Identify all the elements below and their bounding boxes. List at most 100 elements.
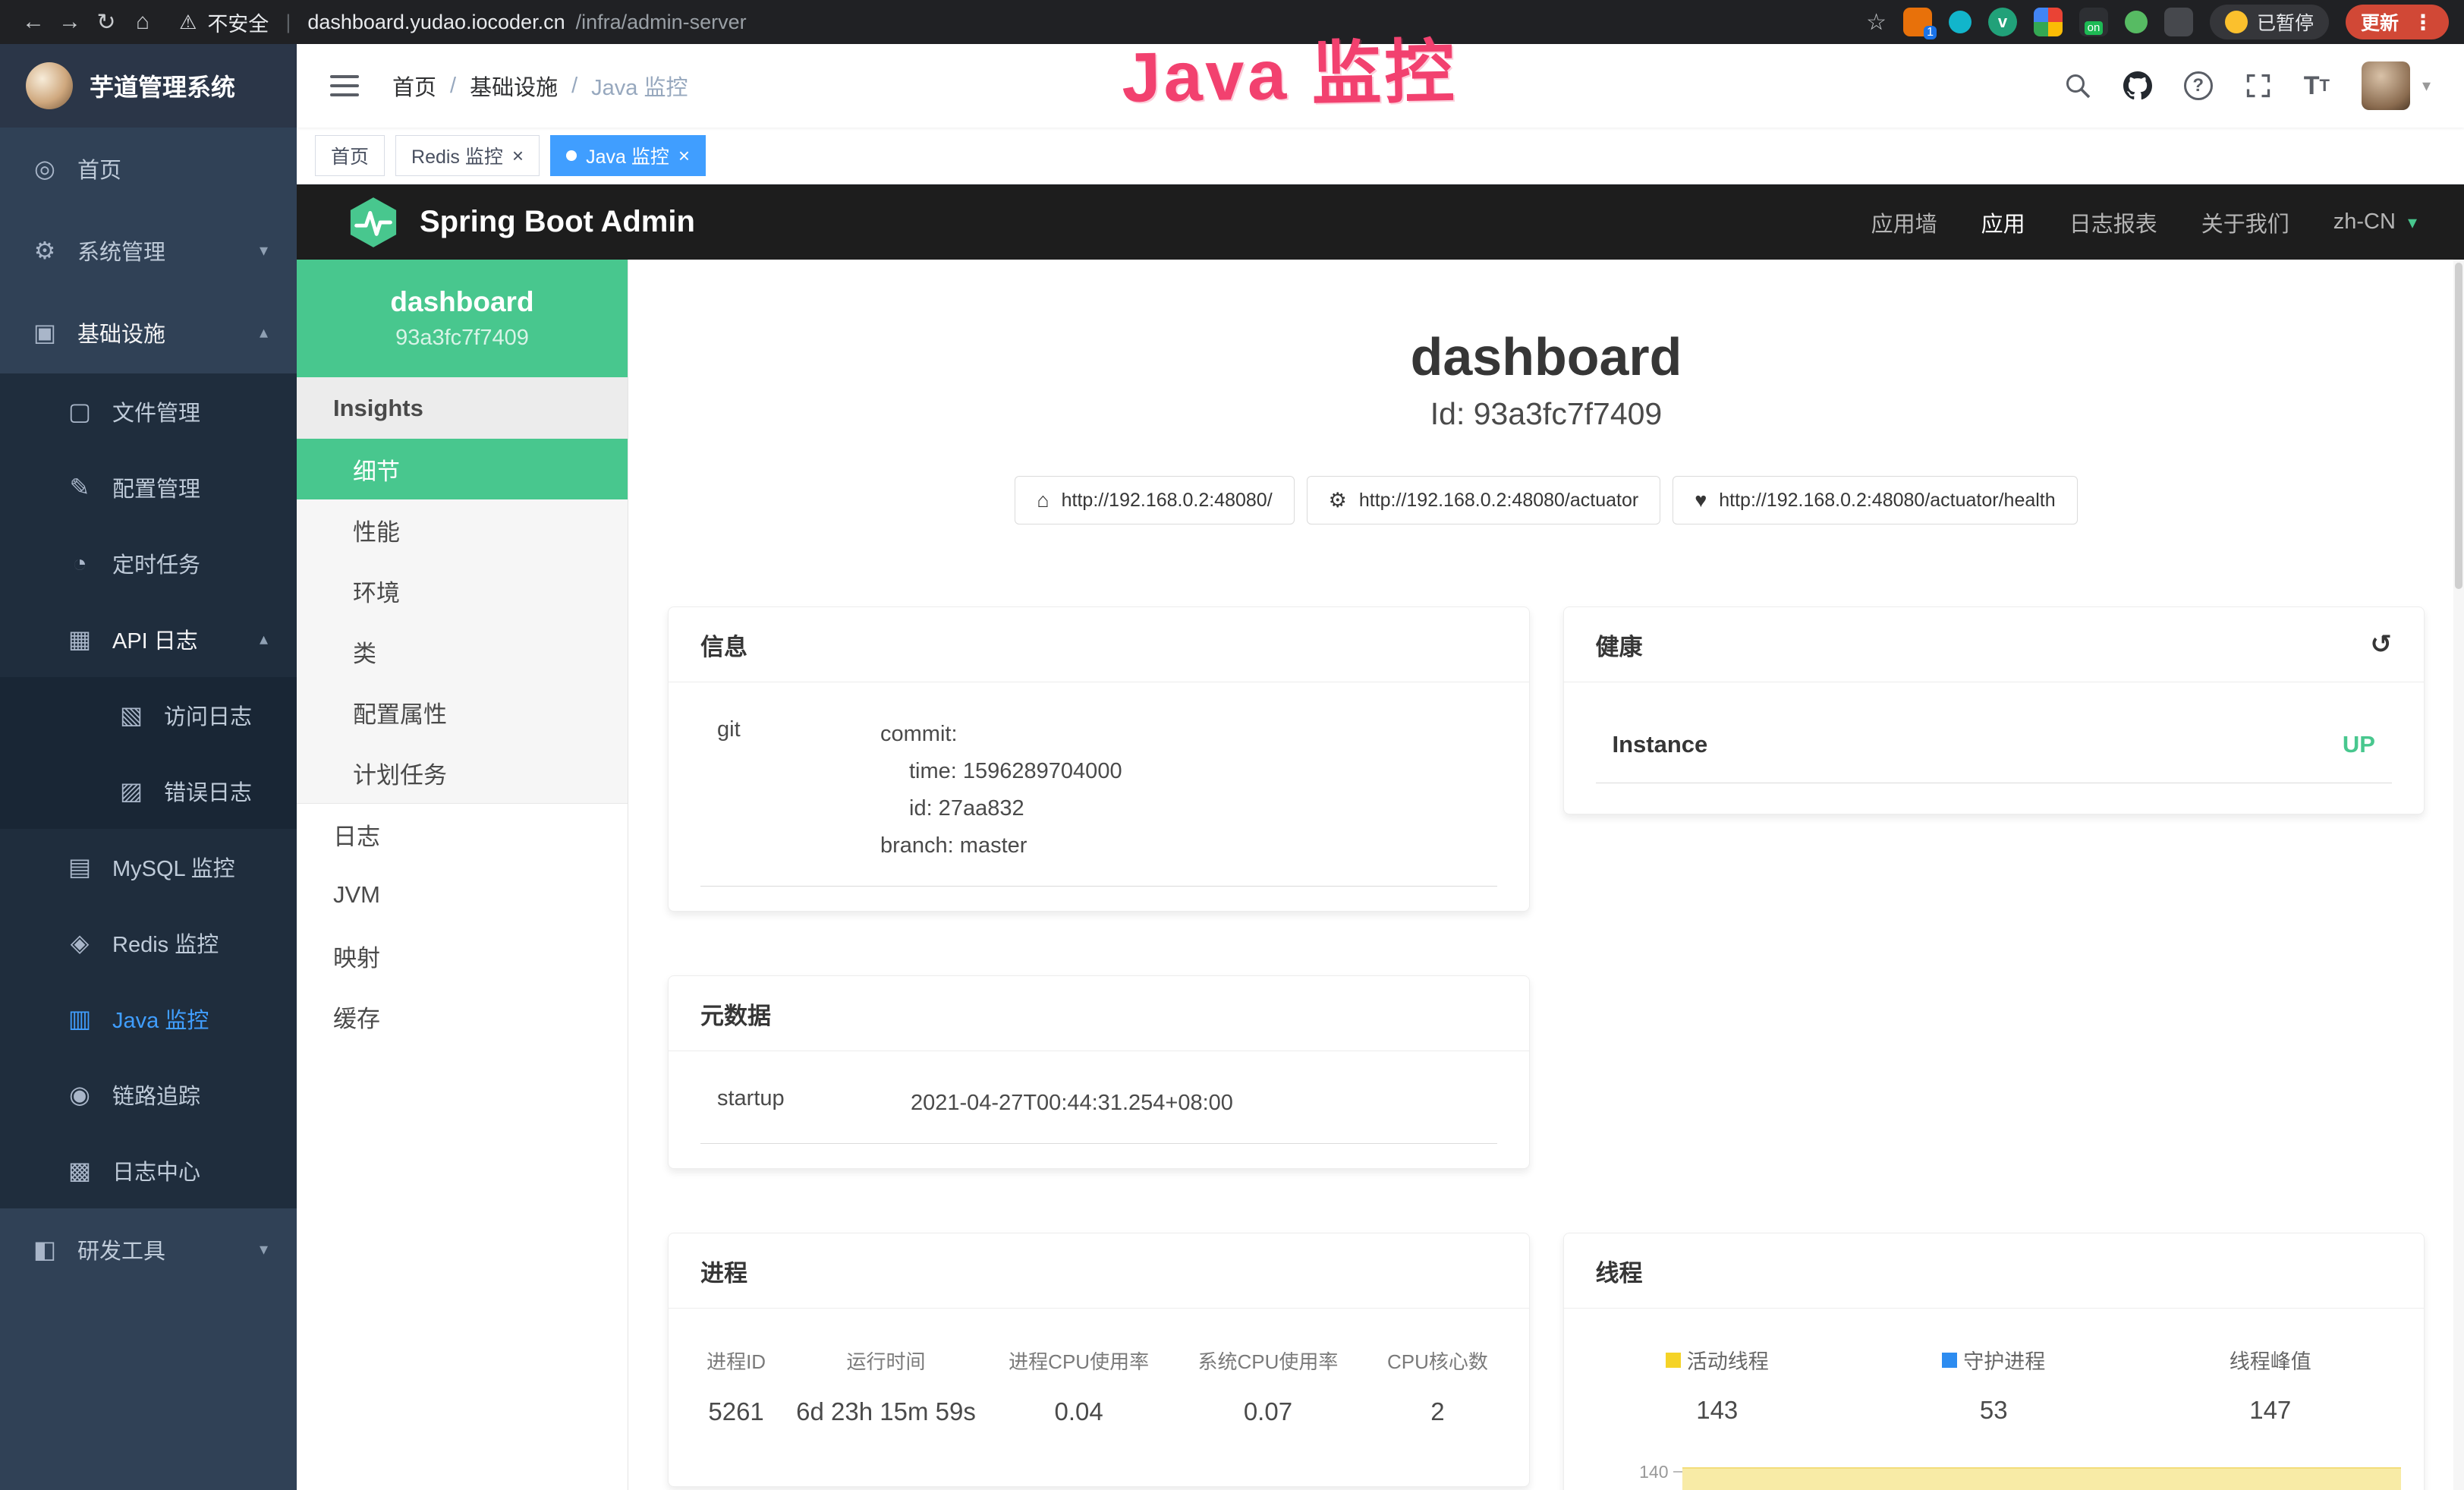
sba-nav-applications[interactable]: 应用 [1981, 206, 2025, 238]
sba-item-classes[interactable]: 类 [297, 621, 628, 682]
sidebar-item-log-center[interactable]: ▩ 日志中心 [0, 1132, 297, 1208]
extension-icon-dark[interactable] [2164, 8, 2193, 36]
sidebar-item-config[interactable]: ✎ 配置管理 [0, 449, 297, 525]
legend-value: 147 [2132, 1396, 2409, 1425]
sba-item-environment[interactable]: 环境 [297, 560, 628, 621]
metric-system-cpu: 系统CPU使用率 0.07 [1177, 1347, 1358, 1426]
sidebar-item-error-log[interactable]: ▨ 错误日志 [0, 753, 297, 829]
sba-nav-journal[interactable]: 日志报表 [2069, 206, 2157, 238]
breadcrumb-separator: / [450, 74, 456, 99]
sidebar-item-dev-tools[interactable]: ◧ 研发工具 ▾ [0, 1208, 297, 1290]
tab-label: Java 监控 [586, 142, 669, 169]
sidebar-item-home[interactable]: ◎ 首页 [0, 128, 297, 209]
scrollbar[interactable] [2453, 260, 2464, 1490]
hamburger-icon[interactable] [330, 75, 359, 96]
sidebar-item-infra[interactable]: ▣ 基础设施 ▴ [0, 291, 297, 373]
sba-nav-about[interactable]: 关于我们 [2201, 206, 2289, 238]
extension-icon-grid[interactable] [2034, 8, 2063, 36]
close-icon[interactable]: × [512, 144, 524, 168]
actuator-url-button[interactable]: ⚙ http://192.168.0.2:48080/actuator [1307, 476, 1661, 524]
access-log-icon: ▧ [115, 701, 147, 729]
sba-item-details[interactable]: 细节 [297, 439, 628, 499]
sba-item-scheduled-tasks[interactable]: 计划任务 [297, 742, 628, 803]
app-window: 芋道管理系统 ◎ 首页 ⚙ 系统管理 ▾ ▣ 基础设施 ▴ ▢ 文件管理 [0, 44, 2464, 1490]
dashboard-icon: ◎ [29, 154, 61, 183]
monitor-icon: ▥ [64, 1004, 96, 1033]
sidebar-item-label: API 日志 [112, 623, 198, 655]
extension-icon-vue[interactable]: v [1988, 8, 2017, 36]
sba-item-mappings[interactable]: 映射 [297, 925, 628, 986]
sidebar-item-files[interactable]: ▢ 文件管理 [0, 373, 297, 449]
sidebar-item-java-monitor[interactable]: ▥ Java 监控 [0, 981, 297, 1057]
health-instance-row[interactable]: Instance UP [1596, 713, 2393, 783]
security-warning-icon: ⚠ [179, 11, 197, 34]
sidebar-item-tracing[interactable]: ◉ 链路追踪 [0, 1057, 297, 1132]
info-card: 信息 git commit: time: 1596289704000 id: 2… [668, 606, 1530, 912]
home-button[interactable]: ⌂ [124, 4, 161, 40]
metadata-card-title: 元数据 [669, 976, 1529, 1051]
tab-java-monitor[interactable]: Java 监控 × [550, 135, 706, 176]
sba-item-caches[interactable]: 缓存 [297, 986, 628, 1047]
fullscreen-icon[interactable] [2245, 72, 2272, 99]
sidebar-item-jobs[interactable]: ◔ 定时任务 [0, 525, 297, 601]
history-icon[interactable]: ↺ [2371, 629, 2393, 660]
spring-boot-admin: Spring Boot Admin 应用墙 应用 日志报表 关于我们 zh-CN… [297, 184, 2464, 1490]
admin-menu: ◎ 首页 ⚙ 系统管理 ▾ ▣ 基础设施 ▴ ▢ 文件管理 ✎ 配置管 [0, 128, 297, 1490]
sidebar-item-system[interactable]: ⚙ 系统管理 ▾ [0, 209, 297, 291]
help-icon[interactable]: ? [2184, 71, 2213, 100]
metric-value: 5261 [685, 1397, 787, 1426]
info-value: commit: time: 1596289704000 id: 27aa832 … [880, 716, 1122, 865]
avatar-caret-icon[interactable]: ▾ [2422, 76, 2431, 96]
update-button[interactable]: 更新 ⋮ [2346, 5, 2449, 39]
sba-nav-wallboard[interactable]: 应用墙 [1871, 206, 1937, 238]
chart-plot-area [1682, 1458, 2409, 1490]
tab-home[interactable]: 首页 [315, 135, 385, 176]
search-icon[interactable] [2064, 72, 2091, 99]
breadcrumb: 首页 / 基础设施 / Java 监控 [392, 70, 688, 102]
sba-item-metrics[interactable]: 性能 [297, 499, 628, 560]
forward-button[interactable]: → [52, 4, 88, 40]
reload-button[interactable]: ↻ [88, 4, 124, 40]
sidebar-item-label: 链路追踪 [112, 1079, 200, 1110]
github-icon[interactable] [2123, 71, 2152, 100]
service-url-button[interactable]: ⌂ http://192.168.0.2:48080/ [1015, 476, 1294, 524]
breadcrumb-infra[interactable]: 基础设施 [470, 70, 558, 102]
address-bar[interactable]: ⚠ 不安全 | dashboard.yudao.iocoder.cn/infra… [179, 8, 747, 37]
close-icon[interactable]: × [678, 144, 690, 168]
sidebar-item-mysql[interactable]: ▤ MySQL 监控 [0, 829, 297, 905]
infrastructure-icon: ▣ [29, 318, 61, 347]
extension-icon-on[interactable]: on [2079, 8, 2108, 36]
back-button[interactable]: ← [15, 4, 52, 40]
health-url-button[interactable]: ♥ http://192.168.0.2:48080/actuator/heal… [1673, 476, 2077, 524]
paused-badge[interactable]: 已暂停 [2210, 5, 2329, 39]
sidebar-item-label: 研发工具 [77, 1233, 165, 1265]
sba-item-jvm[interactable]: JVM [297, 865, 628, 925]
sba-brand[interactable]: Spring Boot Admin [347, 196, 695, 249]
breadcrumb-home[interactable]: 首页 [392, 70, 436, 102]
app-logo-row[interactable]: 芋道管理系统 [0, 44, 297, 128]
scrollbar-thumb[interactable] [2455, 263, 2462, 589]
font-size-icon[interactable]: TT [2304, 71, 2330, 101]
sidebar-item-api-log[interactable]: ▦ API 日志 ▴ [0, 601, 297, 677]
kebab-menu-icon[interactable]: ⋮ [2412, 10, 2434, 35]
sba-nav: 应用墙 应用 日志报表 关于我们 zh-CN ▾ [1871, 206, 2417, 238]
sba-item-config-props[interactable]: 配置属性 [297, 682, 628, 742]
sba-nav-language[interactable]: zh-CN ▾ [2333, 209, 2417, 235]
bookmark-star-icon[interactable]: ☆ [1866, 9, 1887, 36]
sidebar-item-access-log[interactable]: ▧ 访问日志 [0, 677, 297, 753]
tab-label: Redis 监控 [411, 142, 503, 169]
extension-icon-drop[interactable] [1949, 11, 1972, 33]
threads-card-title: 线程 [1564, 1233, 2425, 1309]
extension-icon-leaf[interactable] [2125, 11, 2148, 33]
avatar[interactable] [2362, 61, 2410, 110]
app-title: 芋道管理系统 [90, 68, 235, 103]
chart-y-axis: 140 120 100 [1619, 1458, 1682, 1490]
metadata-card: 元数据 startup 2021-04-27T00:44:31.254+08:0… [668, 975, 1530, 1169]
sidebar-item-label: 日志中心 [112, 1155, 200, 1186]
sidebar-item-redis[interactable]: ◈ Redis 监控 [0, 905, 297, 981]
sba-instance-header[interactable]: dashboard 93a3fc7f7409 [297, 260, 628, 377]
page-title: dashboard [668, 326, 2425, 387]
tab-redis-monitor[interactable]: Redis 监控 × [395, 135, 540, 176]
extension-icon-fox[interactable]: 1 [1903, 8, 1932, 36]
sba-item-logs[interactable]: 日志 [297, 804, 628, 865]
